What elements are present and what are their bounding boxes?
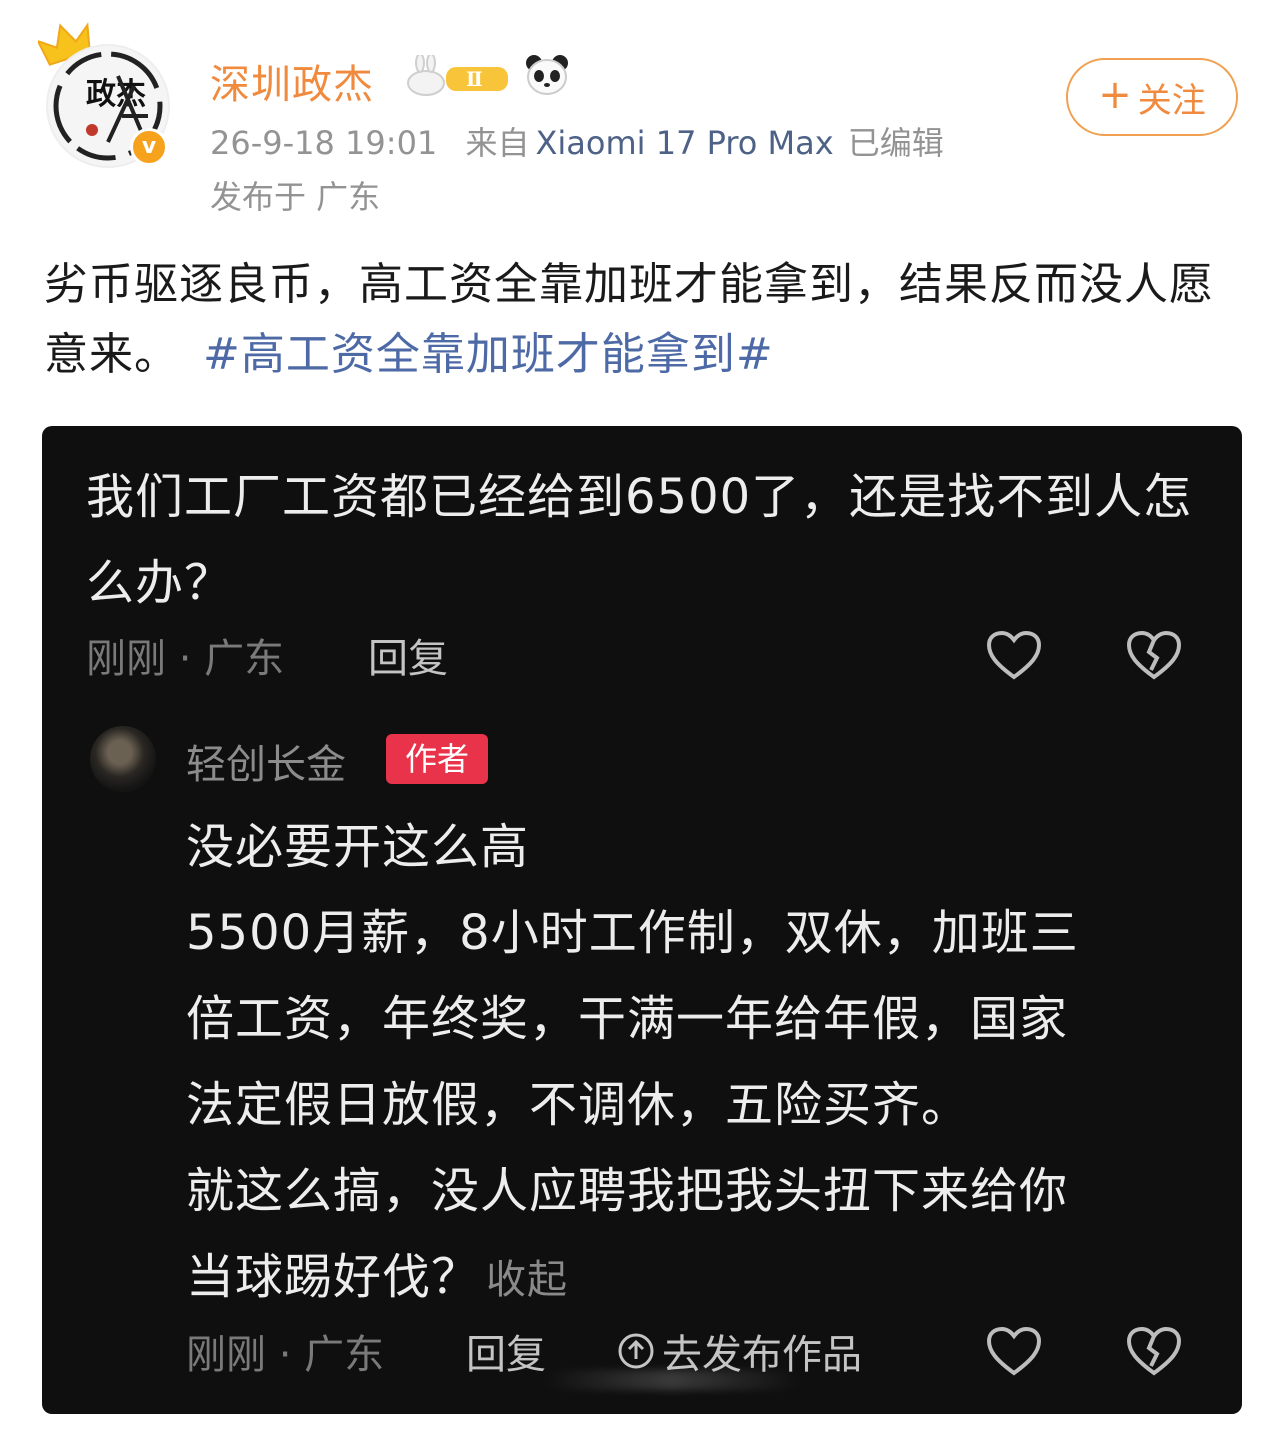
question-reply-link: 回复 — [368, 636, 448, 682]
reply-line: 没必要开这么高 — [186, 819, 530, 875]
panda-icon[interactable] — [524, 53, 570, 97]
blur-overlay — [542, 1370, 802, 1390]
author-badge: 作者 — [386, 734, 488, 784]
post-location: 发布于 广东 — [210, 178, 381, 216]
topic-link[interactable]: #高工资全靠加班才能拿到# — [203, 329, 774, 380]
reply-meta: 刚刚 · 广东 — [186, 1332, 385, 1378]
dislike-broken-heart-icon — [1126, 1326, 1182, 1376]
svg-text:Ⅱ: Ⅱ — [466, 67, 483, 91]
timestamp: 26-9-18 19:01 — [210, 124, 438, 162]
follow-button[interactable]: + 关注 — [1066, 58, 1238, 136]
embedded-screenshot[interactable]: 我们工厂工资都已经给到6500了，还是找不到人怎么办？ 刚刚 · 广东 回复 轻… — [42, 426, 1242, 1414]
user-badges: Ⅱ — [400, 50, 570, 100]
like-heart-icon — [986, 1326, 1042, 1376]
replier-avatar — [90, 726, 156, 792]
reply-reply-link: 回复 — [466, 1332, 546, 1378]
bunny-level-icon: Ⅱ — [407, 53, 508, 96]
reply-line: 5500月薪，8小时工作制，双休，加班三 — [186, 905, 1079, 961]
replier-name: 轻创长金 — [186, 742, 346, 788]
dislike-broken-heart-icon — [1126, 630, 1182, 680]
question-meta: 刚刚 · 广东 — [86, 636, 285, 682]
question-text: 我们工厂工资都已经给到6500了，还是找不到人怎么办？ — [86, 469, 1193, 611]
like-heart-icon — [986, 630, 1042, 680]
edited-label[interactable]: 已编辑 — [848, 124, 944, 162]
device-link[interactable]: Xiaomi 17 Pro Max — [535, 124, 833, 162]
source-prefix: 来自 — [465, 124, 530, 162]
username[interactable]: 深圳政杰 — [210, 52, 374, 110]
post-body: 劣币驱逐良币，高工资全靠加班才能拿到，结果反而没人愿意来。 #高工资全靠加班才能拿… — [44, 250, 1244, 390]
reply-line-text: 当球踢好伐？ — [186, 1249, 481, 1305]
upload-circle-icon — [618, 1333, 654, 1369]
reply-line: 法定假日放假，不调休，五险买齐。 — [186, 1077, 971, 1133]
post-meta: 26-9-18 19:01 来自 Xiaomi 17 Pro Max 已编辑 — [210, 118, 944, 164]
level-badge[interactable]: Ⅱ — [400, 53, 512, 96]
collapse-link: 收起 — [486, 1257, 569, 1303]
reply-line: 倍工资，年终奖，干满一年给年假，国家 — [186, 991, 1069, 1047]
post-header: 政杰 v 深圳政杰 Ⅱ 26-9-18 19:01 来自 Xiaomi 17 P… — [0, 0, 1284, 230]
reply-line: 就这么搞，没人应聘我把我头扭下来给你 — [186, 1163, 1069, 1219]
follow-label: 关注 — [1137, 80, 1206, 121]
reply-text: 没必要开这么高 5500月薪，8小时工作制，双休，加班三 倍工资，年终奖，干满一… — [186, 804, 1186, 1323]
reply-line-last: 当球踢好伐？ 收起 — [186, 1234, 1186, 1323]
verified-badge-icon: v — [130, 128, 168, 166]
plus-icon: + — [1098, 72, 1132, 118]
svg-text:政杰: 政杰 — [86, 77, 146, 112]
user-avatar[interactable]: 政杰 v — [38, 18, 178, 168]
